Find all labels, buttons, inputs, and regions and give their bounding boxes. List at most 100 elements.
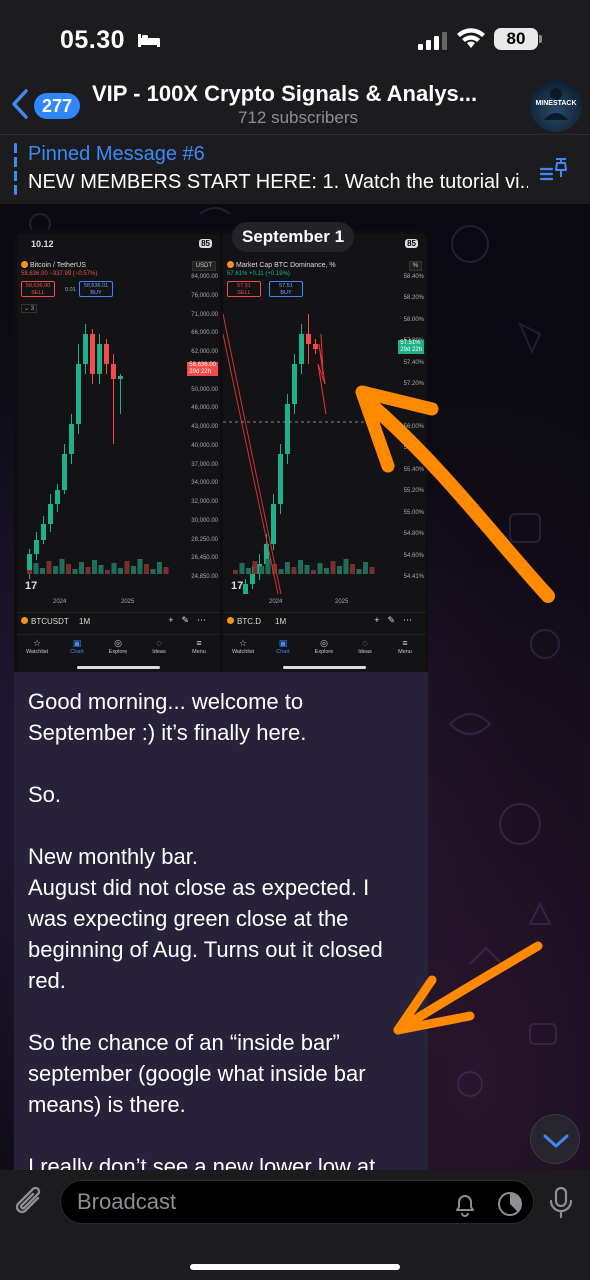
toolbar-icons: +✎⋯: [168, 615, 214, 625]
svg-text:17: 17: [231, 580, 243, 591]
unread-count-badge[interactable]: 277: [34, 93, 81, 119]
message-bubble[interactable]: 10.12 85 Bitcoin / TetherUS 58,636.00 −3…: [14, 230, 428, 1170]
price-change: 58,636.00 −337.99 (−0.57%): [21, 271, 98, 277]
bulb-icon: ◌: [362, 638, 368, 648]
x-label-2025: 2025: [121, 599, 135, 605]
y-tick-label: 71,000.00: [191, 311, 218, 318]
tab-explore-label: Explore: [314, 649, 334, 655]
symbol-row: BTCUSDT 1M +✎⋯: [17, 612, 220, 630]
buy-label: BUY: [280, 290, 292, 296]
home-indicator: [190, 1264, 400, 1270]
price-tag-value: 58,636.00: [189, 362, 216, 368]
y-axis-labels: 84,000.00 76,000.00 71,000.00 66,000.00 62,0…: [182, 274, 218, 584]
volume-bar: [363, 562, 368, 574]
candle-body: [111, 364, 116, 379]
currency-label: USDT: [191, 261, 216, 271]
broadcast-input[interactable]: [77, 1181, 437, 1223]
tab-ideas-label: Ideas: [152, 649, 166, 655]
volume-bar: [350, 564, 355, 574]
microphone-icon[interactable]: [548, 1186, 574, 1220]
volume-bar: [278, 569, 284, 574]
btc-dot-icon: [21, 261, 28, 268]
mini-time: 10.12: [31, 239, 54, 249]
channel-title[interactable]: VIP - 100X Crypto Signals & Analys...: [92, 81, 512, 107]
sell-price: 58,636.00: [25, 283, 51, 289]
y-tick-label: 58.40%: [403, 274, 424, 280]
volume-bar: [53, 566, 58, 574]
volume-bar: [369, 567, 375, 574]
bulb-icon: ◌: [156, 638, 162, 648]
btc-dot-icon: [227, 261, 234, 268]
buy-price: 57.51: [279, 283, 293, 289]
y-tick-label: 57.00%: [403, 402, 424, 409]
tv-tab-bar: ☆ Watchlist ▣ Chart ◎ Explore ◌ Ideas ≡ Menu: [223, 634, 426, 664]
sleep-focus-icon: [138, 34, 160, 47]
price-tag-time: 29d 22h: [400, 347, 422, 353]
currency-label: %: [408, 261, 422, 271]
btc-coin-icon: [227, 617, 234, 624]
volume-bar: [92, 560, 97, 574]
sell-label: SELL: [237, 290, 251, 296]
mini-home-indicator: [283, 666, 366, 669]
tradingview-logo-icon: 17: [231, 580, 243, 591]
status-bar: 05.30 80: [0, 0, 590, 76]
x-label-2024: 2024: [269, 599, 283, 605]
avatar-logo-text: MINESTACK: [535, 100, 577, 107]
candle-body: [292, 364, 297, 404]
pinned-message-bar[interactable]: Pinned Message #6 NEW MEMBERS START HERE…: [0, 134, 590, 204]
volume-bar: [150, 569, 156, 574]
volume-bar: [105, 570, 110, 574]
timer-icon[interactable]: [495, 1189, 525, 1219]
y-tick-label: 34,000.00: [191, 480, 218, 487]
chat-header: 277 VIP - 100X Crypto Signals & Analys..…: [0, 76, 590, 134]
candle-body: [90, 334, 95, 374]
sell-box: 57.51 SELL: [227, 281, 261, 297]
btc-candles: [27, 324, 169, 579]
channel-avatar[interactable]: MINESTACK: [530, 80, 582, 132]
scroll-down-button[interactable]: [530, 1114, 580, 1164]
timeframe: 1M: [275, 617, 287, 626]
volume-bar: [265, 559, 271, 574]
candle-body: [55, 490, 60, 504]
message-photo[interactable]: 10.12 85 Bitcoin / TetherUS 58,636.00 −3…: [14, 230, 428, 672]
buy-price: 58,636.01: [83, 283, 109, 289]
message-field[interactable]: [60, 1180, 534, 1224]
volume-bar: [144, 564, 149, 574]
y-tick-label: 58.20%: [403, 295, 424, 302]
input-bar: [0, 1170, 590, 1280]
bell-icon[interactable]: [451, 1190, 479, 1218]
wifi-icon: [457, 28, 485, 48]
symbol-value: BTCUSDT: [31, 617, 69, 626]
candle-body: [62, 454, 67, 490]
y-tick-label: 66,000.00: [191, 330, 218, 337]
pinned-indicator: [14, 143, 17, 195]
pinned-list-icon[interactable]: [540, 157, 570, 181]
candle-body: [41, 524, 46, 540]
btcusdt-chart-screenshot: 10.12 85 Bitcoin / TetherUS 58,636.00 −3…: [17, 234, 220, 672]
price-tag-time: 29d 22h: [189, 369, 211, 375]
price-change: 57.61% +0.11 (+0.19%): [227, 271, 290, 277]
chat-area[interactable]: 10.12 85 Bitcoin / TetherUS 58,636.00 −3…: [0, 204, 590, 1170]
back-chevron-icon[interactable]: [8, 88, 32, 120]
candle-body: [306, 334, 311, 344]
volume-bar: [311, 570, 316, 574]
toolbar-icons: +✎⋯: [374, 615, 420, 625]
y-tick-label: 84,000.00: [191, 274, 218, 280]
volume-bar: [285, 562, 290, 574]
pair-name: Market Cap BTC Dominance, %: [236, 262, 336, 269]
paperclip-icon[interactable]: [12, 1184, 46, 1220]
y-tick-label: 56.00%: [403, 424, 424, 430]
volume-bar: [233, 570, 238, 574]
tab-chart: ▣ Chart: [57, 637, 97, 655]
tv-tab-bar: ☆ Watchlist ▣ Chart ◎ Explore ◌ Ideas ≡ Menu: [17, 634, 220, 664]
volume-bar: [33, 563, 39, 574]
compass-icon: ◎: [320, 638, 328, 648]
y-tick-label: 58.00%: [403, 316, 424, 323]
volume-bar: [304, 565, 310, 574]
tab-chart: ▣ Chart: [263, 637, 303, 655]
current-price-tag: 58,636.00 29d 22h: [187, 362, 218, 376]
symbol-name: BTCUSDT: [21, 617, 69, 626]
symbol-value: BTC.D: [237, 617, 261, 626]
star-icon: ☆: [32, 638, 42, 648]
candle-body: [97, 344, 102, 374]
